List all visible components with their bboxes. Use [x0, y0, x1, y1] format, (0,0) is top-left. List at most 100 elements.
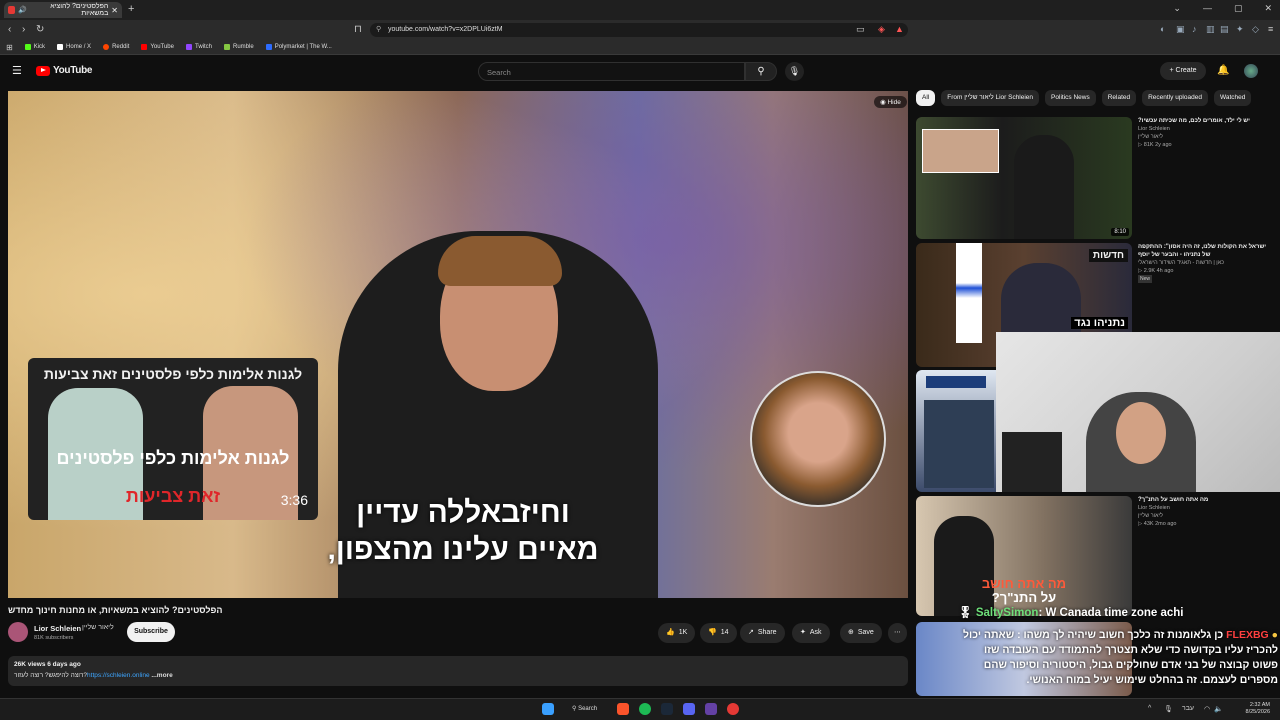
puzzle-icon[interactable]: ✦ [1236, 24, 1244, 35]
voice-search-icon[interactable]: 🎙 [785, 62, 804, 81]
search-input[interactable]: Search [478, 62, 745, 81]
related-info-2[interactable]: ישראל את הקולות שלנו, זה היה אסון": ההתק… [1138, 243, 1268, 283]
description-text: רוצה להיפגש? רוצה לעזור?https://schleien… [14, 672, 173, 679]
x-icon [57, 44, 64, 50]
obs-icon[interactable] [705, 703, 717, 715]
reload-icon[interactable]: ↻ [36, 24, 44, 35]
discord-icon[interactable] [683, 703, 695, 715]
url-text: youtube.com/watch?v=x2DPLUi6ztM [388, 26, 503, 33]
bookmark-rumble[interactable]: Rumble [224, 44, 254, 50]
bookmark-reddit[interactable]: Reddit [103, 44, 129, 50]
related-thumbnail-4[interactable]: מה אתה חושב על התנ"ך? [916, 496, 1132, 616]
views-and-date: 26K views 6 days ago [14, 661, 81, 668]
menu-icon[interactable]: ≡ [1268, 24, 1273, 34]
channel-watermark[interactable] [750, 371, 886, 507]
share-button[interactable]: ↗ Share [740, 623, 785, 643]
brave-rewards-icon[interactable]: ▲ [895, 24, 904, 34]
related-thumbnail-1[interactable]: 8:10 [916, 117, 1132, 239]
url-bar[interactable]: ⚲ youtube.com/watch?v=x2DPLUi6ztM [370, 23, 908, 37]
taskbar-search[interactable]: ⚲ Search [566, 702, 608, 717]
new-tab-icon[interactable]: + [128, 3, 134, 15]
browser-tab[interactable]: 🔊 הפלסטינים? להוציא במשאיות ✕ [4, 2, 122, 18]
extension-2-icon[interactable]: ▣ [1176, 24, 1185, 35]
account-avatar[interactable] [1244, 64, 1258, 78]
chip-recently-uploaded[interactable]: Recently uploaded [1142, 90, 1208, 106]
bookmark-polymarket[interactable]: Polymarket | The W... [265, 44, 332, 50]
save-button[interactable]: ⊕ Save [840, 623, 882, 643]
media-icon[interactable]: ♪ [1192, 24, 1197, 34]
related-title: יש לי ילד, אומרים לכם, מה שכיתה עכשיו? [1138, 118, 1250, 124]
chip-politics-news[interactable]: Politics News [1045, 90, 1096, 106]
channel-avatar[interactable] [8, 622, 28, 642]
bookmark-x[interactable]: Home / X [57, 44, 91, 50]
video-player[interactable]: ◉ Hide לגנות אלימות כלפי פלסטינים זאת צב… [8, 91, 908, 598]
spotify-icon[interactable] [639, 703, 651, 715]
tab-group-icon[interactable]: ▤ [1220, 24, 1229, 35]
bookmark-icon[interactable]: ⊓ [354, 24, 362, 35]
like-button[interactable]: 👍 1K [658, 623, 696, 643]
ask-button[interactable]: ✦ Ask [792, 623, 830, 643]
wifi-icon[interactable]: ◠ [1204, 705, 1210, 713]
end-card-caption: לגנות אלימות כלפי פלסטינים [56, 448, 290, 468]
tab-search-icon[interactable]: ⌄ [1173, 3, 1181, 14]
cast-icon[interactable]: ▭ [856, 24, 865, 35]
related-channel-hebrew: ליאור שליין [1138, 134, 1163, 140]
steam-icon[interactable] [661, 703, 673, 715]
audio-icon[interactable]: 🔊 [18, 6, 27, 14]
extension-icon[interactable]: ◐ [1160, 24, 1165, 34]
dislike-button[interactable]: 👎 14 [700, 623, 737, 643]
related-info-4[interactable]: מה אתה חושב על התנ"ך? Lior Schleien ליאו… [1138, 496, 1268, 528]
search-button[interactable]: ⚲ [745, 62, 777, 81]
related-filter-chips: All From ליאור שליין Lior Schleien Polit… [916, 90, 1252, 106]
thumbnail-person [1014, 135, 1074, 239]
sidebar-icon[interactable]: ▥ [1206, 24, 1215, 35]
create-button[interactable]: + Create [1160, 62, 1206, 80]
end-card-caption-red: זאת צביעות [125, 486, 221, 506]
bookmark-youtube[interactable]: YouTube [141, 44, 174, 50]
forward-icon[interactable]: › [22, 24, 25, 35]
language-indicator[interactable]: עבר [1182, 705, 1194, 712]
brave-browser-icon[interactable] [617, 703, 629, 715]
channel-name-hebrew[interactable]: ליאור שליין [82, 624, 114, 631]
description-link[interactable]: https://schleien.online [87, 672, 150, 679]
chip-all[interactable]: All [916, 90, 936, 106]
notifications-icon[interactable]: 🔔 [1217, 65, 1229, 76]
bookmark-kick[interactable]: Kick [24, 44, 45, 50]
site-info-icon[interactable]: ⚲ [376, 23, 381, 37]
apps-icon[interactable]: ⊞ [6, 43, 13, 52]
brave-shield-icon[interactable]: ◈ [878, 24, 885, 35]
recording-icon[interactable] [727, 703, 739, 715]
windows-start-icon[interactable] [542, 703, 554, 715]
close-tab-icon[interactable]: ✕ [111, 6, 118, 15]
hide-button[interactable]: ◉ Hide [874, 96, 907, 108]
hamburger-menu-icon[interactable]: ☰ [12, 66, 23, 77]
more-link[interactable]: ...more [151, 672, 172, 679]
tray-chevron-icon[interactable]: ^ [1148, 705, 1151, 712]
related-channel: Lior Schleien [1138, 505, 1170, 511]
related-channel: כאן | חדשות - תאגיד השידור הישראלי [1138, 260, 1225, 266]
bookmark-twitch[interactable]: Twitch [185, 44, 212, 50]
volume-icon[interactable]: 🔈 [1214, 705, 1223, 713]
channel-name[interactable]: Lior Schleien [34, 624, 81, 633]
end-card-video[interactable]: לגנות אלימות כלפי פלסטינים זאת צביעות לג… [28, 358, 318, 520]
save-icon: ⊕ [848, 629, 854, 636]
chip-related[interactable]: Related [1101, 90, 1137, 106]
description-box[interactable]: 26K views 6 days ago רוצה להיפגש? רוצה ל… [8, 656, 908, 686]
youtube-logo[interactable]: YouTube [36, 65, 93, 76]
more-actions-icon[interactable]: ⋯ [888, 623, 907, 643]
tray-mic-icon[interactable]: 🎙 [1164, 705, 1173, 713]
related-title: ישראל את הקולות שלנו, זה היה אסון": ההתק… [1138, 244, 1267, 258]
related-info-1[interactable]: יש לי ילד, אומרים לכם, מה שכיתה עכשיו? L… [1138, 117, 1268, 149]
minimize-icon[interactable]: — [1203, 3, 1212, 14]
related-title: מה אתה חושב על התנ"ך? [1138, 497, 1209, 503]
subscribe-button[interactable]: Subscribe [127, 622, 175, 642]
wallet-icon[interactable]: ◇ [1252, 24, 1259, 35]
chip-from-channel[interactable]: From ליאור שליין Lior Schleien [941, 90, 1040, 106]
clock[interactable]: 2:32 AM 8/25/2026 [1246, 702, 1270, 716]
chip-watched[interactable]: Watched [1213, 90, 1252, 106]
microphone-arm [1002, 432, 1062, 492]
window-close-icon[interactable]: ✕ [1264, 3, 1272, 14]
radar-map [924, 400, 994, 488]
maximize-icon[interactable]: ▢ [1234, 3, 1243, 14]
back-icon[interactable]: ‹ [8, 24, 11, 35]
